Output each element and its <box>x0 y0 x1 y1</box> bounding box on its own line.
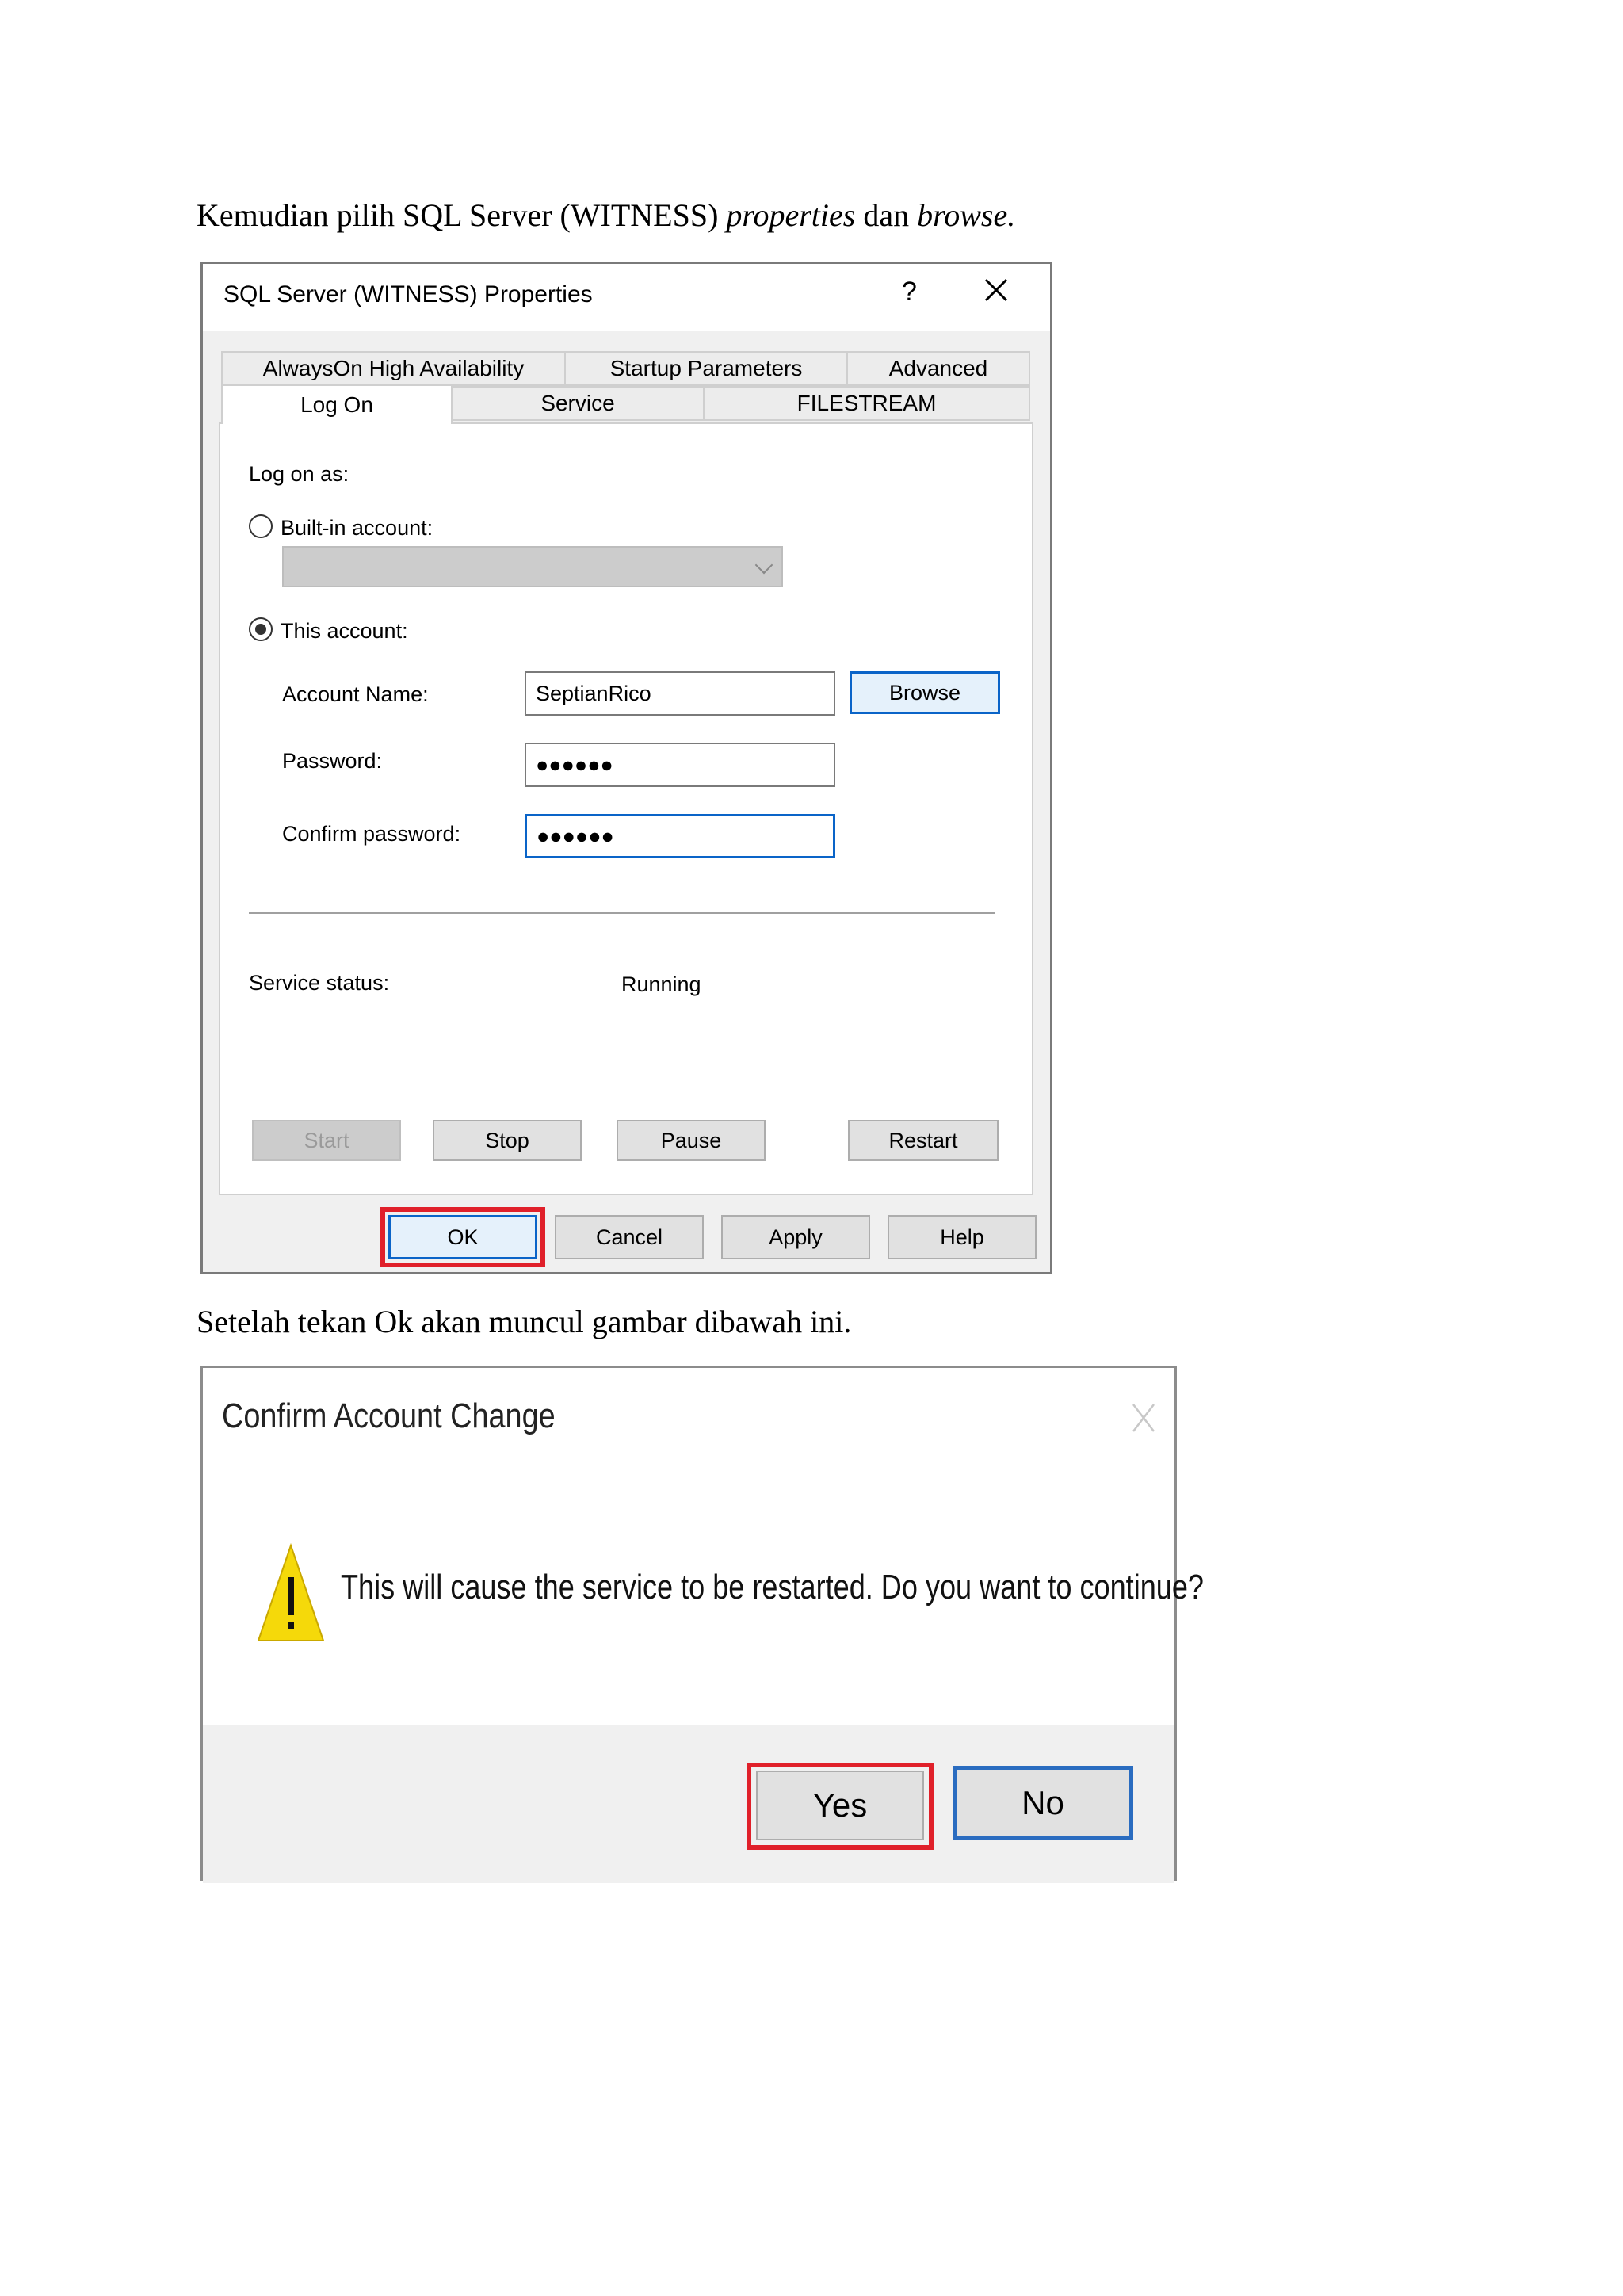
builtin-account-label: Built-in account: <box>281 516 433 540</box>
doc-paragraph-1: Kemudian pilih SQL Server (WITNESS) prop… <box>197 197 1015 234</box>
builtin-account-select <box>282 546 783 587</box>
doc-paragraph-2: Setelah tekan Ok akan muncul gambar diba… <box>197 1304 852 1339</box>
tab-advanced[interactable]: Advanced <box>846 351 1030 386</box>
tab-alwayson[interactable]: AlwaysOn High Availability <box>221 351 566 386</box>
service-status-label: Service status: <box>249 971 390 995</box>
password-label: Password: <box>282 749 383 773</box>
log-on-panel: Log on as: Built-in account: This accoun… <box>219 422 1033 1195</box>
apply-button[interactable]: Apply <box>721 1215 870 1259</box>
this-account-radio[interactable] <box>249 617 273 641</box>
dialog-title: Confirm Account Change <box>222 1396 556 1435</box>
sql-server-properties-dialog: SQL Server (WITNESS) Properties ? Always… <box>200 262 1052 1274</box>
confirm-password-label: Confirm password: <box>282 822 461 846</box>
warning-icon <box>257 1542 325 1641</box>
separator <box>249 912 995 914</box>
help-icon[interactable]: ? <box>902 277 917 308</box>
account-name-label: Account Name: <box>282 682 429 706</box>
dialog-title: SQL Server (WITNESS) Properties <box>223 281 593 308</box>
tab-filestream[interactable]: FILESTREAM <box>703 386 1030 421</box>
paragraph-text: dan <box>855 197 918 233</box>
paragraph-italic-properties: properties <box>726 197 856 233</box>
dialog-footer: Yes No <box>203 1725 1174 1883</box>
log-on-as-label: Log on as: <box>249 462 349 486</box>
paragraph-italic-browse: browse. <box>917 197 1016 233</box>
restart-button[interactable]: Restart <box>848 1120 999 1161</box>
pause-button[interactable]: Pause <box>617 1120 766 1161</box>
tab-startup-parameters[interactable]: Startup Parameters <box>564 351 848 386</box>
yes-button[interactable]: Yes <box>756 1771 924 1840</box>
this-account-label: This account: <box>281 619 408 643</box>
help-button[interactable]: Help <box>888 1215 1037 1259</box>
confirm-password-input[interactable]: ●●●●●● <box>525 814 835 858</box>
close-icon[interactable] <box>983 277 1010 304</box>
confirm-message: This will cause the service to be restar… <box>341 1568 1204 1606</box>
builtin-account-radio[interactable] <box>249 514 273 538</box>
start-button[interactable]: Start <box>252 1120 401 1161</box>
close-icon[interactable] <box>1130 1401 1157 1435</box>
tab-service[interactable]: Service <box>451 386 705 421</box>
browse-button[interactable]: Browse <box>850 671 1000 714</box>
cancel-button[interactable]: Cancel <box>555 1215 704 1259</box>
ok-button[interactable]: OK <box>388 1215 537 1259</box>
stop-button[interactable]: Stop <box>433 1120 582 1161</box>
tab-log-on[interactable]: Log On <box>221 384 453 424</box>
account-name-input[interactable]: SeptianRico <box>525 671 835 716</box>
no-button[interactable]: No <box>953 1766 1133 1840</box>
service-status-value: Running <box>621 972 701 996</box>
chevron-down-icon <box>754 556 773 575</box>
password-input[interactable]: ●●●●●● <box>525 743 835 787</box>
confirm-account-change-dialog: Confirm Account Change This will cause t… <box>200 1366 1204 1883</box>
paragraph-text: Kemudian pilih SQL Server (WITNESS) <box>197 197 727 233</box>
